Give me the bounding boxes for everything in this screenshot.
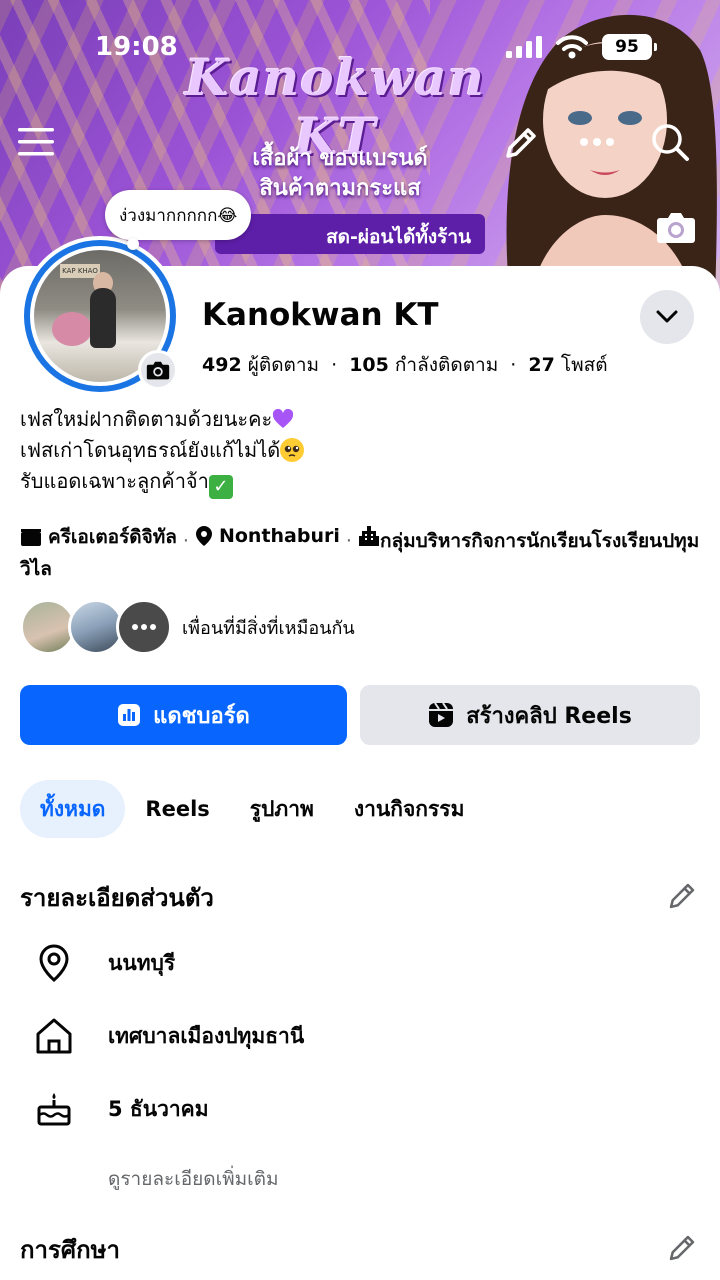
more-dots-icon — [132, 624, 156, 630]
search-icon[interactable] — [650, 122, 690, 162]
edit-education-icon[interactable] — [666, 1232, 698, 1268]
location-pin-icon — [195, 526, 212, 546]
following-label[interactable]: กำลังติดตาม — [395, 354, 498, 376]
mutual-friends-label: เพื่อนที่มีสิ่งที่เหมือนกัน — [182, 617, 355, 639]
detail-text-hometown: เทศบาลเมืองปทุมธานี — [108, 1023, 305, 1048]
location-text: Nonthaburi — [218, 525, 340, 547]
tab-all[interactable]: ทั้งหมด — [20, 780, 126, 838]
status-icons: 95 — [506, 34, 657, 60]
see-more-details-link[interactable]: ดูรายละเอียดเพิ่มเติม — [108, 1164, 278, 1194]
category-text: ครีเอเตอร์ดิจิทัล — [48, 526, 177, 548]
profile-intro-meta: ครีเอเตอร์ดิจิทัล · Nonthaburi · กลุ่มบร… — [20, 522, 700, 583]
detail-text-city: นนทบุรี — [108, 950, 176, 975]
create-reels-label: สร้างคลิป Reels — [466, 703, 632, 729]
birthday-cake-icon — [37, 1093, 71, 1126]
signal-icon — [506, 36, 542, 58]
friend-avatar-more — [116, 599, 172, 655]
note-bubble-tail — [127, 238, 139, 250]
edit-details-icon[interactable] — [666, 880, 698, 916]
profile-switch-button[interactable] — [640, 290, 694, 344]
posts-count: 27 — [528, 354, 555, 376]
category-item: ครีเอเตอร์ดิจิทัล — [20, 523, 177, 551]
check-mark-icon: ✓ — [208, 475, 233, 499]
detail-text-birthday: 5 ธันวาคม — [108, 1096, 209, 1121]
more-options-icon[interactable] — [578, 130, 616, 154]
cover-camera-icon[interactable] — [656, 210, 696, 244]
details-section-title: รายละเอียดส่วนตัว — [20, 884, 214, 912]
reels-icon — [429, 702, 454, 727]
photo-flowers — [52, 312, 92, 346]
bio-line-2: เฟสเก่าโดนอุทธรณ์ยังแก้ไม่ได้ — [20, 438, 281, 462]
tab-photos[interactable]: รูปภาพ — [230, 780, 334, 838]
dashboard-label: แดชบอร์ด — [153, 703, 250, 729]
create-reels-button[interactable]: สร้างคลิป Reels — [360, 685, 700, 745]
bio-line-1: เฟสใหม่ฝากติดตามด้วยนะคะ — [20, 407, 273, 431]
menu-icon[interactable] — [18, 124, 56, 160]
mutual-friends[interactable]: เพื่อนที่มีสิ่งที่เหมือนกัน — [20, 599, 355, 655]
following-count: 105 — [349, 354, 389, 376]
location-pin-icon — [39, 944, 69, 982]
tab-events[interactable]: งานกิจกรรม — [334, 780, 485, 838]
organization-item — [358, 525, 380, 547]
education-section-title: การศึกษา — [20, 1236, 120, 1264]
profile-bio: เฟสใหม่ฝากติดตามด้วยนะคะ เฟสเก่าโดนอุทธร… — [20, 404, 305, 499]
cover-banner-line3: สด-ผ่อนได้ทั้งร้าน — [326, 226, 471, 248]
home-icon — [36, 1018, 72, 1054]
pleading-face-icon — [280, 438, 305, 462]
followers-count: 492 — [202, 354, 242, 376]
bio-line-3: รับแอดเฉพาะลูกค้าจ้า — [20, 469, 209, 493]
dashboard-button[interactable]: แดชบอร์ด — [20, 685, 347, 745]
followers-label[interactable]: ผู้ติดตาม — [248, 354, 319, 376]
battery-indicator: 95 — [602, 34, 657, 60]
posts-label: โพสต์ — [560, 354, 608, 376]
edit-cover-icon[interactable] — [502, 124, 540, 162]
detail-row-hometown: เทศบาลเมืองปทุมธานี — [34, 1016, 304, 1056]
dashboard-chart-icon — [118, 704, 141, 726]
photo-person-body — [90, 288, 116, 348]
detail-row-birthday: 5 ธันวาคม — [34, 1090, 209, 1128]
purple-heart-icon — [273, 409, 294, 428]
profile-note-bubble[interactable]: ง่วงมากกกกก😂 — [105, 190, 252, 250]
note-text: ง่วงมากกกกก😂 — [119, 205, 238, 226]
tab-reels[interactable]: Reels — [125, 780, 229, 838]
clapperboard-icon — [21, 529, 41, 546]
status-time: 19:08 — [95, 32, 178, 62]
building-icon — [358, 526, 379, 546]
profile-stats: 492 ผู้ติดตาม · 105 กำลังติดตาม · 27 โพส… — [202, 354, 608, 376]
profile-tabs: ทั้งหมด Reels รูปภาพ งานกิจกรรม — [20, 780, 484, 838]
profile-name: Kanokwan KT — [202, 297, 439, 333]
wifi-icon — [556, 35, 588, 59]
avatar-camera-icon[interactable] — [138, 350, 178, 390]
detail-row-current-city: นนทบุรี — [34, 944, 175, 982]
location-item: Nonthaburi — [195, 522, 340, 550]
chevron-down-icon — [656, 310, 678, 323]
